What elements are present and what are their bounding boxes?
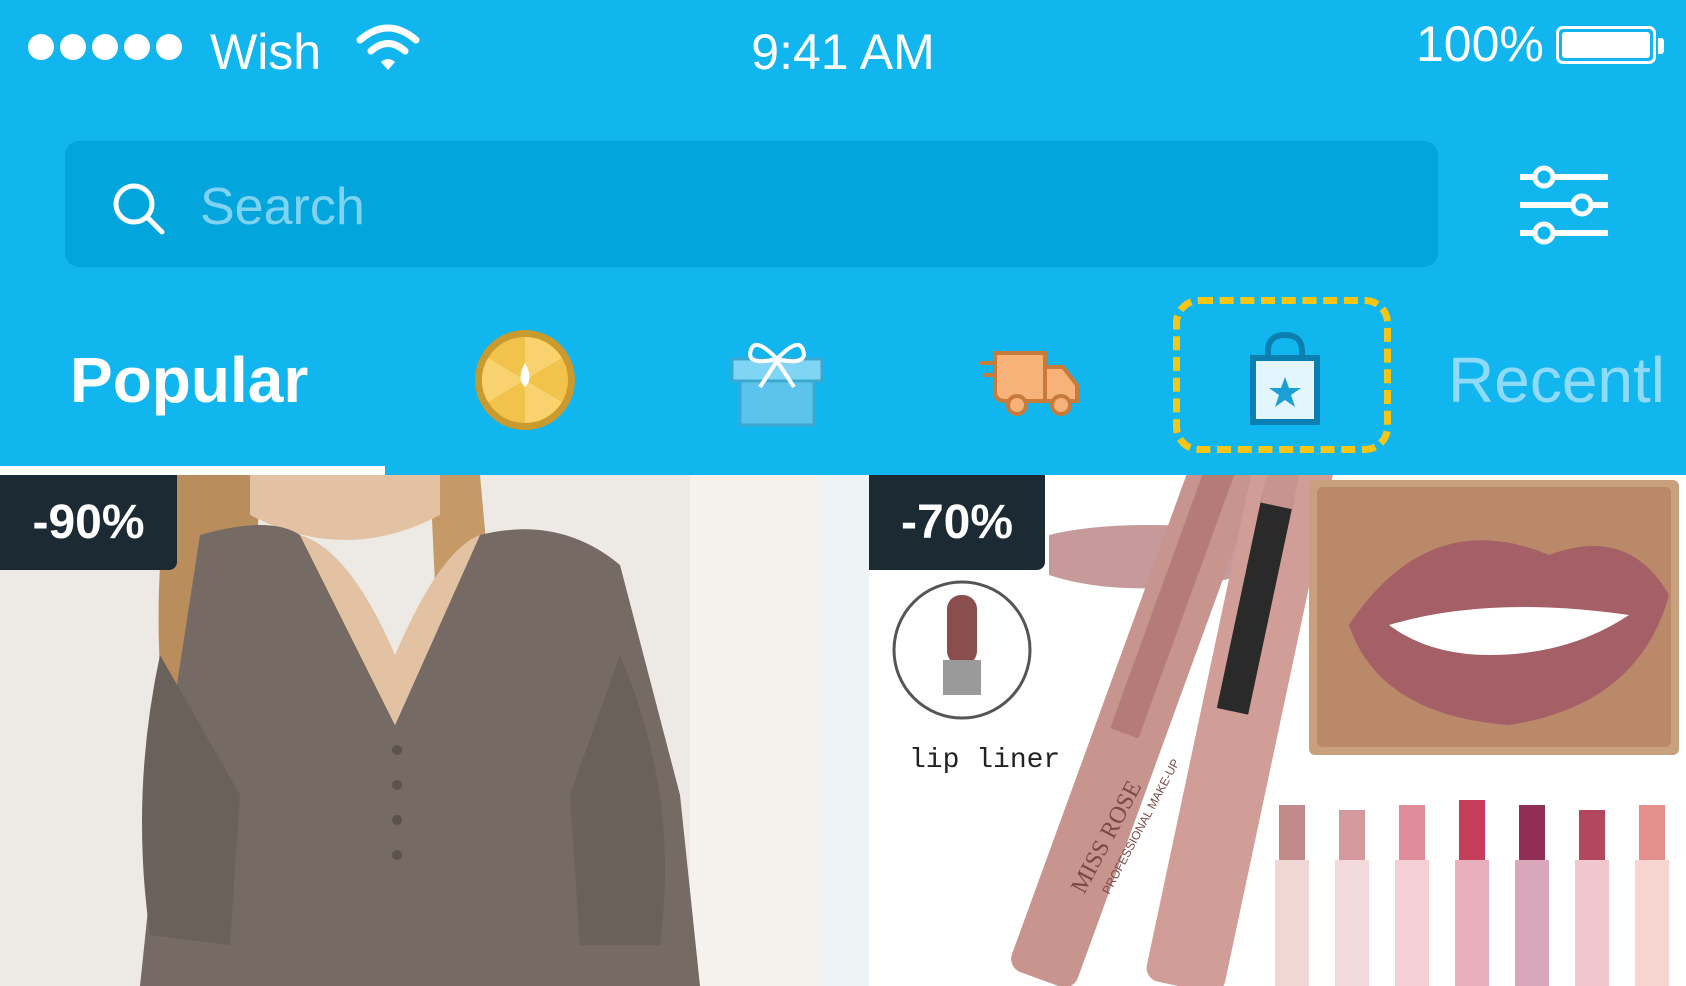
highlight-dashed-outline	[1173, 297, 1391, 453]
search-input[interactable]	[200, 172, 1400, 242]
gift-box-icon[interactable]	[722, 325, 832, 435]
battery-percentage: 100%	[1416, 16, 1544, 72]
tab-popular[interactable]: Popular	[70, 340, 308, 420]
app-header: Wish 9:41 AM 100% Popular	[0, 0, 1686, 475]
battery-icon	[1556, 26, 1656, 64]
discount-badge: -90%	[0, 475, 177, 570]
lip-liner-caption: lip liner	[909, 745, 1060, 776]
tab-recently-viewed[interactable]: Recentl	[1448, 340, 1665, 420]
active-tab-indicator	[0, 466, 385, 475]
battery-nub	[1658, 38, 1664, 54]
status-bar: Wish 9:41 AM 100%	[0, 0, 1686, 110]
category-tabs: Popular Recentl	[0, 300, 1686, 475]
discount-badge: -70%	[869, 475, 1045, 570]
filter-sliders-icon[interactable]	[1516, 165, 1612, 245]
spin-wheel-icon[interactable]	[470, 325, 580, 435]
fast-delivery-truck-icon[interactable]	[975, 325, 1085, 435]
search-icon	[113, 183, 165, 235]
